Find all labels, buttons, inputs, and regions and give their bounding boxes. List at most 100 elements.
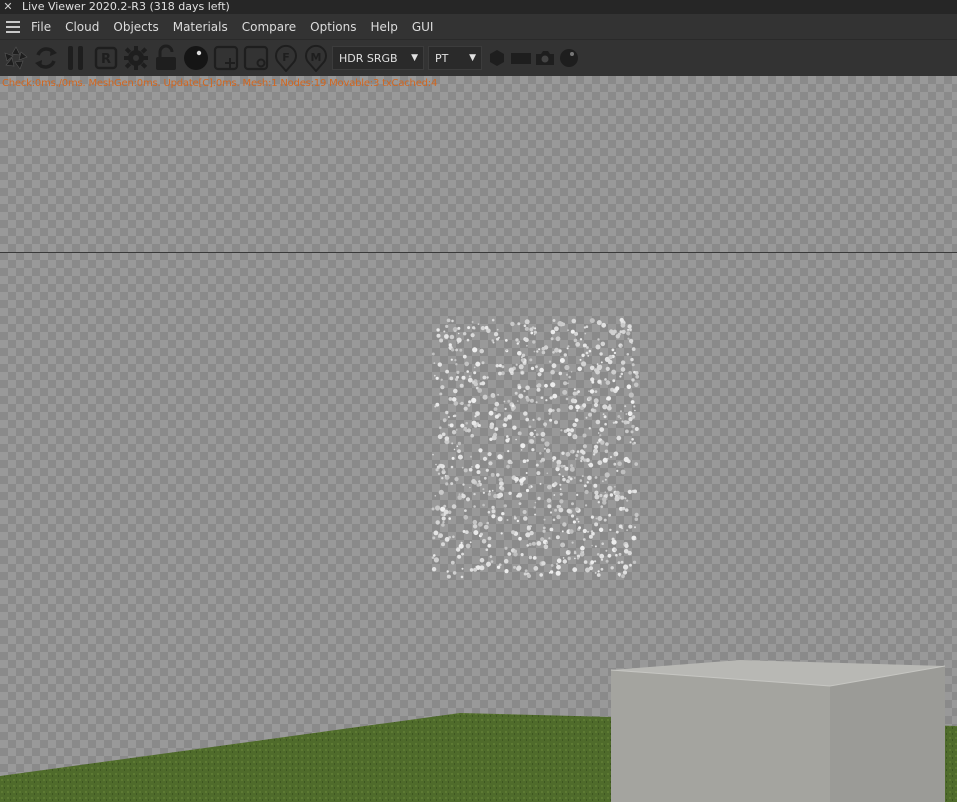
camera-icon[interactable] — [534, 44, 556, 72]
particle — [505, 349, 508, 352]
render-viewport[interactable] — [0, 76, 957, 802]
menu-options[interactable]: Options — [303, 14, 363, 40]
particle — [571, 502, 574, 506]
particle — [570, 398, 576, 403]
particle — [555, 570, 561, 576]
particle — [562, 389, 568, 395]
particle — [533, 350, 536, 353]
particle — [488, 461, 493, 466]
particle — [558, 371, 563, 376]
particle — [452, 535, 455, 539]
colorspace-select[interactable]: HDR SRGB ▼ — [332, 46, 424, 70]
rectangle-icon[interactable] — [510, 44, 532, 72]
particle — [615, 553, 618, 557]
hexagon-icon[interactable] — [486, 44, 508, 72]
particle — [507, 450, 510, 453]
particle — [483, 524, 489, 530]
particle — [535, 401, 538, 404]
particle — [594, 545, 597, 548]
particle — [525, 417, 529, 422]
particle — [542, 526, 546, 530]
particle — [598, 527, 604, 532]
particle — [451, 442, 454, 445]
close-icon[interactable]: ✕ — [0, 0, 16, 14]
particle — [472, 519, 478, 525]
particle — [468, 375, 471, 378]
particle — [627, 328, 630, 331]
particle — [518, 393, 524, 399]
particle — [463, 515, 469, 520]
particle — [628, 524, 633, 529]
kernel-value: PT — [435, 51, 449, 65]
particle — [542, 529, 546, 533]
particle — [507, 399, 511, 403]
particle — [541, 346, 546, 351]
particle — [537, 383, 542, 388]
particle — [460, 541, 463, 544]
particle — [556, 408, 561, 413]
material-ball-icon[interactable] — [182, 44, 210, 72]
particle — [472, 524, 478, 529]
lock-icon[interactable] — [152, 44, 180, 72]
particle — [548, 412, 551, 415]
sphere-icon[interactable] — [558, 44, 580, 72]
particle — [577, 390, 580, 393]
particle — [580, 459, 583, 463]
material-pin-icon[interactable]: M — [302, 44, 330, 72]
particle — [491, 505, 495, 510]
particle — [619, 317, 624, 323]
particle — [479, 532, 483, 536]
particle — [443, 330, 446, 333]
menu-file[interactable]: File — [24, 14, 58, 40]
particle — [453, 401, 459, 406]
menu-compare[interactable]: Compare — [235, 14, 303, 40]
render-region-icon[interactable]: R — [92, 44, 120, 72]
particle — [490, 393, 496, 398]
hamburger-menu-icon[interactable] — [2, 14, 24, 40]
particle — [489, 437, 493, 441]
pause-icon[interactable] — [62, 44, 90, 72]
menu-gui[interactable]: GUI — [405, 14, 441, 40]
particle — [559, 488, 562, 490]
particle — [595, 344, 601, 350]
particle — [621, 506, 626, 511]
menu-cloud[interactable]: Cloud — [58, 14, 106, 40]
particle — [464, 361, 469, 367]
particle — [600, 558, 604, 561]
particle — [611, 348, 615, 352]
particle — [445, 324, 449, 328]
particle — [572, 520, 576, 524]
particle — [434, 495, 437, 497]
particle — [597, 516, 603, 521]
particle — [473, 371, 477, 375]
settings-gear-icon[interactable] — [122, 44, 150, 72]
particle — [569, 466, 575, 472]
kernel-select[interactable]: PT ▼ — [428, 46, 482, 70]
particle — [609, 493, 614, 497]
refresh-icon[interactable] — [32, 44, 60, 72]
particle — [608, 404, 611, 407]
particle — [595, 369, 600, 375]
particle — [520, 358, 525, 362]
particle — [573, 338, 578, 343]
object-icon[interactable] — [242, 44, 270, 72]
menu-help[interactable]: Help — [363, 14, 404, 40]
particle — [597, 364, 600, 368]
particle — [497, 336, 500, 339]
particle — [619, 375, 622, 378]
menu-objects[interactable]: Objects — [106, 14, 165, 40]
particle — [497, 516, 503, 522]
particle — [523, 572, 527, 576]
focus-pin-icon[interactable]: F — [272, 44, 300, 72]
particle — [503, 400, 506, 403]
particle — [613, 453, 617, 457]
particle — [440, 378, 443, 381]
particle — [563, 353, 567, 357]
particle — [555, 535, 560, 540]
particle — [543, 518, 546, 521]
particle — [579, 358, 582, 361]
particle — [620, 469, 626, 475]
menu-materials[interactable]: Materials — [166, 14, 235, 40]
add-node-icon[interactable] — [212, 44, 240, 72]
aperture-icon[interactable] — [2, 44, 30, 72]
